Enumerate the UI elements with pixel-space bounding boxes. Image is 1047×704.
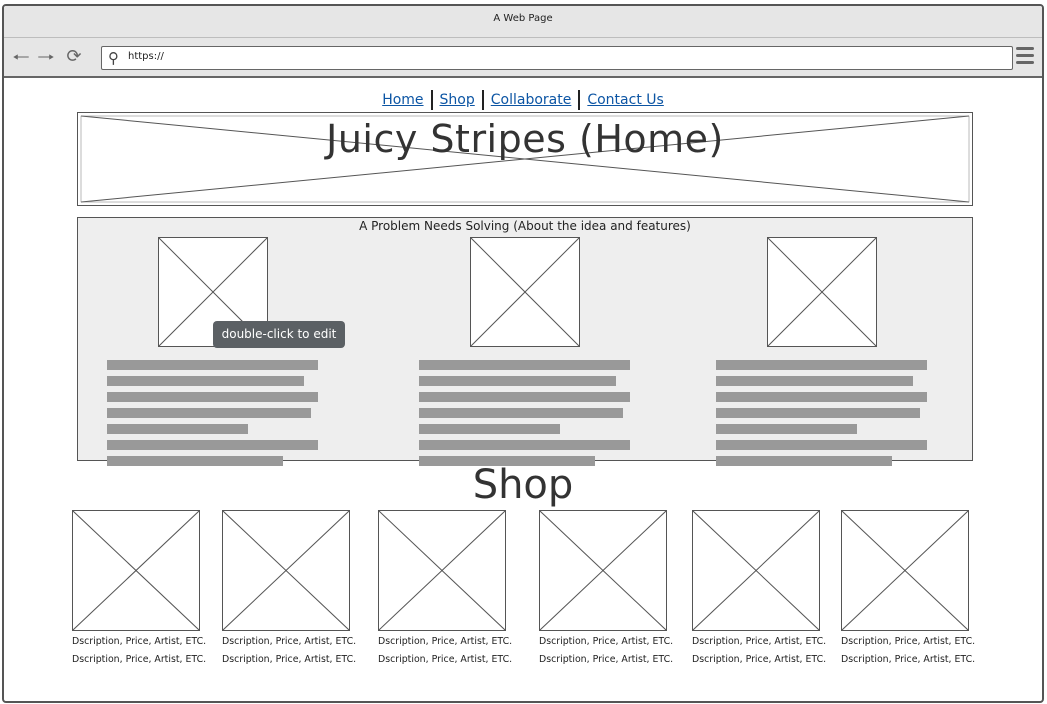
image-placeholder-icon [379,511,505,630]
browser-window: A Web Page 🠐 🠒 ⟳ ⚲ https:// Home Shop Coll… [2,4,1044,703]
nav-link-home[interactable]: Home [375,91,430,109]
product-description: Dscription, Price, Artist, ETC. [378,636,513,647]
product-image-placeholder[interactable] [378,510,506,631]
product-card[interactable]: Dscription, Price, Artist, ETC. Dscripti… [72,510,207,669]
features-title: A Problem Needs Solving (About the idea … [359,219,691,233]
product-card[interactable]: Dscription, Price, Artist, ETC. Dscripti… [222,510,357,669]
browser-toolbar: 🠐 🠒 ⟳ ⚲ https:// [4,38,1042,78]
page-content: Home Shop Collaborate Contact Us Juicy Stri… [4,80,1042,701]
image-placeholder-icon [73,511,199,630]
image-placeholder-icon [693,511,819,630]
product-description: Dscription, Price, Artist, ETC. [539,636,674,647]
address-bar[interactable]: ⚲ https:// [101,46,1013,70]
product-card[interactable]: Dscription, Price, Artist, ETC. Dscripti… [692,510,827,669]
nav-link-contact-us[interactable]: Contact Us [580,91,670,109]
product-card[interactable]: Dscription, Price, Artist, ETC. Dscripti… [539,510,674,669]
product-description: Dscription, Price, Artist, ETC. [222,654,357,665]
top-nav: Home Shop Collaborate Contact Us [4,90,1042,110]
product-description: Dscription, Price, Artist, ETC. [692,654,827,665]
window-title: A Web Page [493,13,553,24]
product-description: Dscription, Price, Artist, ETC. [539,654,674,665]
reload-icon[interactable]: ⟳ [63,46,85,68]
shop-title: Shop [472,462,574,508]
product-image-placeholder[interactable] [72,510,200,631]
product-image-placeholder[interactable] [539,510,667,631]
title-bar: A Web Page [4,6,1042,38]
product-description: Dscription, Price, Artist, ETC. [222,636,357,647]
product-image-placeholder[interactable] [692,510,820,631]
nav-link-collaborate[interactable]: Collaborate [484,91,579,109]
image-placeholder-icon [540,511,666,630]
image-placeholder-icon [767,237,877,347]
feature-text-placeholder [107,360,319,472]
url-text: https:// [128,51,164,62]
hero-image-placeholder[interactable]: Juicy Stripes (Home) [77,112,973,206]
arrow-left-icon[interactable]: 🠐 [10,46,32,68]
product-card[interactable]: Dscription, Price, Artist, ETC. Dscripti… [841,510,976,669]
feature-image-placeholder[interactable] [767,237,877,347]
feature-image-placeholder[interactable] [470,237,580,347]
hero-title: Juicy Stripes (Home) [326,117,724,161]
product-description: Dscription, Price, Artist, ETC. [72,654,207,665]
feature-text-placeholder [419,360,631,472]
product-description: Dscription, Price, Artist, ETC. [72,636,207,647]
arrow-right-icon[interactable]: 🠒 [35,46,57,68]
search-icon: ⚲ [108,49,119,67]
image-placeholder-icon [223,511,349,630]
edit-tooltip: double-click to edit [213,321,345,348]
product-description: Dscription, Price, Artist, ETC. [841,654,976,665]
nav-link-shop[interactable]: Shop [433,91,482,109]
image-placeholder-icon [842,511,968,630]
product-image-placeholder[interactable] [841,510,969,631]
hamburger-menu-icon[interactable] [1016,47,1034,65]
product-description: Dscription, Price, Artist, ETC. [378,654,513,665]
product-description: Dscription, Price, Artist, ETC. [841,636,976,647]
product-description: Dscription, Price, Artist, ETC. [692,636,827,647]
features-panel: A Problem Needs Solving (About the idea … [77,217,973,466]
feature-text-placeholder [716,360,928,472]
product-image-placeholder[interactable] [222,510,350,631]
image-placeholder-icon [470,237,580,347]
product-card[interactable]: Dscription, Price, Artist, ETC. Dscripti… [378,510,513,669]
